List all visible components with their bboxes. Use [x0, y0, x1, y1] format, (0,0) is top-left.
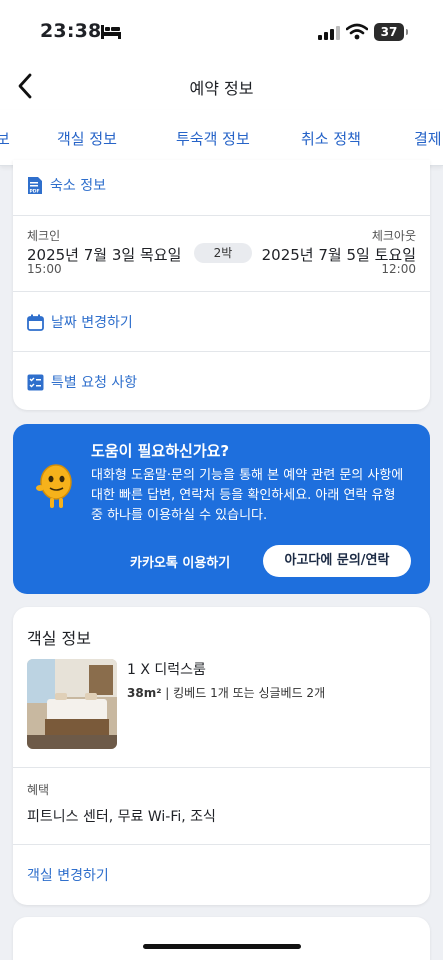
home-indicator: [143, 944, 301, 949]
special-request-label: 특별 요청 사항: [51, 375, 138, 391]
mascot-icon: [36, 464, 72, 508]
room-size: 38m²: [127, 686, 162, 700]
room-card-title: 객실 정보: [27, 629, 91, 648]
room-info-card: 객실 정보 1 X 디럭스룸 38m² | 킹베드 1개 또는 싱글베드 2개 …: [13, 607, 430, 905]
room-specs: 38m² | 킹베드 1개 또는 싱글베드 2개: [127, 686, 326, 700]
checkout-time: 12:00: [381, 262, 416, 276]
calendar-icon: [27, 314, 44, 331]
tab-payment-policy[interactable]: 보: [0, 128, 10, 149]
help-body: 대화형 도움말·문의 기능을 통해 본 예약 관련 문의 사항에 대한 빠른 답…: [91, 468, 404, 523]
stay-details-card: PDF 숙소 정보 체크인 2025년 7월 3일 목요일 15:00 2박 체…: [13, 160, 430, 410]
change-room-link[interactable]: 객실 변경하기: [27, 865, 109, 885]
nights-badge: 2박: [194, 243, 252, 263]
tab-payment[interactable]: 결제: [414, 128, 442, 149]
room-photo: [27, 659, 117, 749]
property-info-label: 숙소 정보: [50, 178, 106, 194]
checkin-label: 체크인: [27, 229, 61, 243]
property-info-link[interactable]: PDF 숙소 정보: [27, 175, 106, 195]
cellular-signal-icon: [318, 26, 340, 40]
tab-room-info[interactable]: 객실 정보: [57, 128, 117, 149]
tab-bar: 보 객실 정보 투숙객 정보 취소 정책 결제: [0, 110, 443, 166]
wifi-icon: [346, 23, 368, 40]
help-banner: 도움이 필요하신가요? 대화형 도움말·문의 기능을 통해 본 예약 관련 문의…: [13, 424, 430, 594]
tab-cancellation-policy[interactable]: 취소 정책: [301, 128, 361, 149]
tab-guest-info[interactable]: 투숙객 정보: [176, 128, 250, 149]
battery-icon: 37: [374, 23, 408, 41]
change-date-link[interactable]: 날짜 변경하기: [27, 312, 133, 332]
svg-text:PDF: PDF: [30, 188, 40, 194]
room-bed: 킹베드 1개 또는 싱글베드 2개: [173, 686, 326, 700]
special-request-link[interactable]: 특별 요청 사항: [27, 372, 137, 392]
next-card: [13, 917, 430, 960]
room-name: 1 X 디럭스룸: [127, 662, 206, 678]
checkin-time: 15:00: [27, 262, 62, 276]
checklist-icon: [27, 374, 44, 390]
kakao-button[interactable]: 카카오톡 이용하기: [130, 552, 230, 571]
pdf-icon: PDF: [28, 176, 42, 194]
benefits-label: 혜택: [27, 783, 50, 797]
checkout-label: 체크아웃: [371, 229, 416, 243]
bed-icon: [101, 25, 121, 39]
change-date-label: 날짜 변경하기: [51, 315, 133, 331]
help-title: 도움이 필요하신가요?: [91, 442, 230, 460]
page-title: 예약 정보: [189, 79, 254, 98]
status-bar: 23:38 37: [0, 0, 443, 62]
benefits-text: 피트니스 센터, 무료 Wi-Fi, 조식: [27, 809, 216, 825]
status-time: 23:38: [40, 20, 102, 42]
contact-agoda-button[interactable]: 아고다에 문의/연락: [263, 545, 411, 577]
nav-bar: 예약 정보: [0, 62, 443, 110]
